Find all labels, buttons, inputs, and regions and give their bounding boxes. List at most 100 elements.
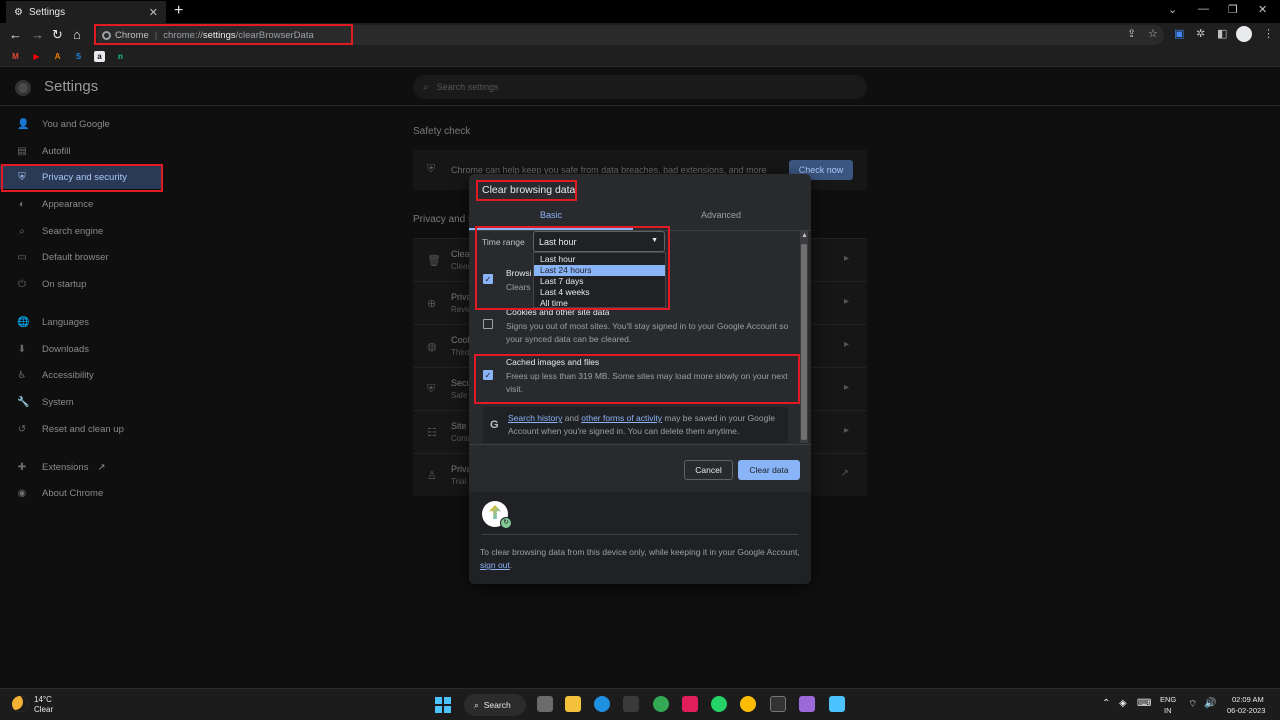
- page-title: Settings: [44, 78, 99, 95]
- sidebar-item[interactable]: ✚ Extensions ↗: [0, 455, 162, 479]
- settings-search[interactable]: ⌕: [413, 75, 867, 99]
- back-arrow-icon[interactable]: ←: [9, 26, 22, 44]
- sidebar-item[interactable]: ◉ About Chrome: [0, 481, 162, 505]
- dialog-title: Clear browsing data: [482, 184, 576, 196]
- sidebar-item[interactable]: ↺ Reset and clean up: [0, 417, 162, 441]
- clipchamp-icon[interactable]: [799, 696, 815, 712]
- scroll-up-icon[interactable]: ▲: [801, 232, 808, 239]
- edge-icon[interactable]: [594, 696, 610, 712]
- item-title: Cached images and files: [506, 357, 600, 367]
- time-range-option[interactable]: Last 4 weeks: [534, 287, 665, 298]
- cancel-button[interactable]: Cancel: [684, 460, 733, 480]
- chevron-right-icon: ▸: [843, 425, 849, 436]
- wifi-icon[interactable]: ⌔: [1188, 698, 1197, 711]
- stackoverflow-icon[interactable]: S: [73, 51, 84, 62]
- address-bar[interactable]: Chrome | chrome://settings/clearBrowserD…: [96, 25, 1164, 45]
- keyboard-icon[interactable]: ⌨: [1137, 698, 1151, 709]
- clock-time[interactable]: 02:09 AM: [1232, 695, 1264, 704]
- checkbox-browsing-history[interactable]: ✓: [483, 274, 493, 284]
- sidebar-item[interactable]: 👤 You and Google: [0, 112, 162, 136]
- profile-avatar[interactable]: [1236, 26, 1252, 42]
- store-icon[interactable]: [623, 696, 639, 712]
- time-range-option[interactable]: Last 24 hours: [534, 265, 665, 276]
- task-view-icon[interactable]: [537, 696, 553, 712]
- scrollbar-thumb[interactable]: [801, 244, 807, 440]
- forward-arrow-icon[interactable]: →: [31, 26, 44, 44]
- time-range-option[interactable]: Last 7 days: [534, 276, 665, 287]
- time-range-option[interactable]: Last hour: [534, 254, 665, 265]
- tab-basic[interactable]: Basic: [540, 210, 562, 220]
- chrome-taskbar-icon[interactable]: [653, 696, 669, 712]
- search-history-link[interactable]: Search history: [508, 413, 562, 423]
- footer-divider: [482, 534, 798, 535]
- time-range-option[interactable]: All time: [534, 298, 665, 309]
- google-account-info: G Search history and other forms of acti…: [483, 407, 788, 443]
- shield-icon: ⛨: [427, 163, 436, 175]
- sidebar-item[interactable]: ⌕ Search engine: [0, 219, 162, 243]
- time-range-select[interactable]: Last hour ▼: [533, 231, 665, 252]
- sidebar-item[interactable]: ◐ Appearance: [0, 192, 162, 216]
- tab-advanced[interactable]: Advanced: [701, 210, 741, 220]
- sidebar-item[interactable]: ⛨ Privacy and security: [0, 165, 162, 189]
- chrome-profile-icon[interactable]: [740, 696, 756, 712]
- sign-out-link[interactable]: sign out: [480, 560, 510, 570]
- reload-icon[interactable]: ↻: [52, 26, 63, 44]
- snipping-tool-icon[interactable]: [829, 696, 845, 712]
- moon-weather-icon[interactable]: [12, 696, 28, 712]
- terminal-icon[interactable]: [770, 696, 786, 712]
- share-icon[interactable]: ⇪: [1127, 27, 1136, 40]
- new-tab-button[interactable]: +: [174, 2, 183, 20]
- side-panel-icon[interactable]: ◧: [1217, 27, 1227, 40]
- checkbox-cached-images[interactable]: ✓: [483, 370, 493, 380]
- sidebar-item[interactable]: ♿ Accessibility: [0, 363, 162, 387]
- tray-overflow-icon[interactable]: ⌃: [1102, 698, 1110, 709]
- gmail-icon[interactable]: M: [10, 51, 21, 62]
- home-icon[interactable]: ⌂: [73, 26, 81, 44]
- clock-date: 06-02-2023: [1227, 706, 1266, 715]
- bookmark-star-icon[interactable]: ☆: [1148, 27, 1158, 40]
- language-code[interactable]: ENG: [1160, 695, 1176, 704]
- sidebar-item-icon: ⌕: [19, 225, 25, 237]
- chevron-right-icon: ▸: [843, 253, 849, 264]
- sidebar-item[interactable]: 🔧 System: [0, 390, 162, 414]
- checkbox-cookies[interactable]: [483, 319, 493, 329]
- chrome-icon: [102, 30, 111, 40]
- privacy-row-icon: 🗑: [427, 255, 441, 267]
- windows-start-icon[interactable]: [435, 697, 451, 713]
- network-app-icon[interactable]: ◈: [1119, 698, 1127, 709]
- sidebar-item[interactable]: ▭ Default browser: [0, 245, 162, 269]
- google-g-icon: G: [490, 419, 499, 431]
- close-window-button[interactable]: ✕: [1258, 3, 1267, 16]
- sidebar-item[interactable]: ⏻ On startup: [0, 272, 162, 296]
- sidebar-item-icon: 🔧: [17, 396, 30, 408]
- amazon-icon[interactable]: a: [94, 51, 105, 62]
- volume-icon[interactable]: 🔊: [1204, 698, 1216, 709]
- youtube-icon[interactable]: ▶: [31, 51, 42, 62]
- grammarly-icon[interactable]: n: [115, 51, 126, 62]
- minimize-button[interactable]: —: [1198, 3, 1209, 15]
- safety-check-heading: Safety check: [413, 126, 471, 137]
- weather-desc: Clear: [34, 705, 54, 714]
- sidebar-item[interactable]: ⬇ Downloads: [0, 337, 162, 361]
- file-explorer-icon[interactable]: [565, 696, 581, 712]
- sidebar-item[interactable]: 🌐 Languages: [0, 310, 162, 334]
- sidebar-item-icon: ◉: [17, 487, 27, 499]
- sidebar-item[interactable]: ▤ Autofill: [0, 139, 162, 163]
- sidebar-item-label: On startup: [42, 278, 87, 290]
- whatsapp-icon[interactable]: [711, 696, 727, 712]
- other-activity-link[interactable]: other forms of activity: [581, 413, 662, 423]
- translate-icon[interactable]: ▣: [1174, 27, 1184, 40]
- maximize-button[interactable]: ❐: [1228, 3, 1238, 16]
- tab-close-icon[interactable]: ✕: [149, 6, 158, 19]
- search-input[interactable]: [436, 82, 837, 92]
- clear-data-button[interactable]: Clear data: [738, 460, 800, 480]
- tab-search-button[interactable]: ⌄: [1168, 3, 1177, 16]
- slack-icon[interactable]: [682, 696, 698, 712]
- menu-kebab-icon[interactable]: ⋮: [1263, 27, 1274, 40]
- arc-icon[interactable]: A: [52, 51, 63, 62]
- sidebar-item-label: Extensions: [42, 461, 89, 473]
- taskbar-search[interactable]: ⌕ Search: [464, 694, 526, 716]
- tab-settings[interactable]: ⚙ Settings ✕: [6, 1, 166, 23]
- extensions-icon[interactable]: ✲: [1196, 27, 1205, 40]
- privacy-row-icon: ⛨: [427, 383, 436, 395]
